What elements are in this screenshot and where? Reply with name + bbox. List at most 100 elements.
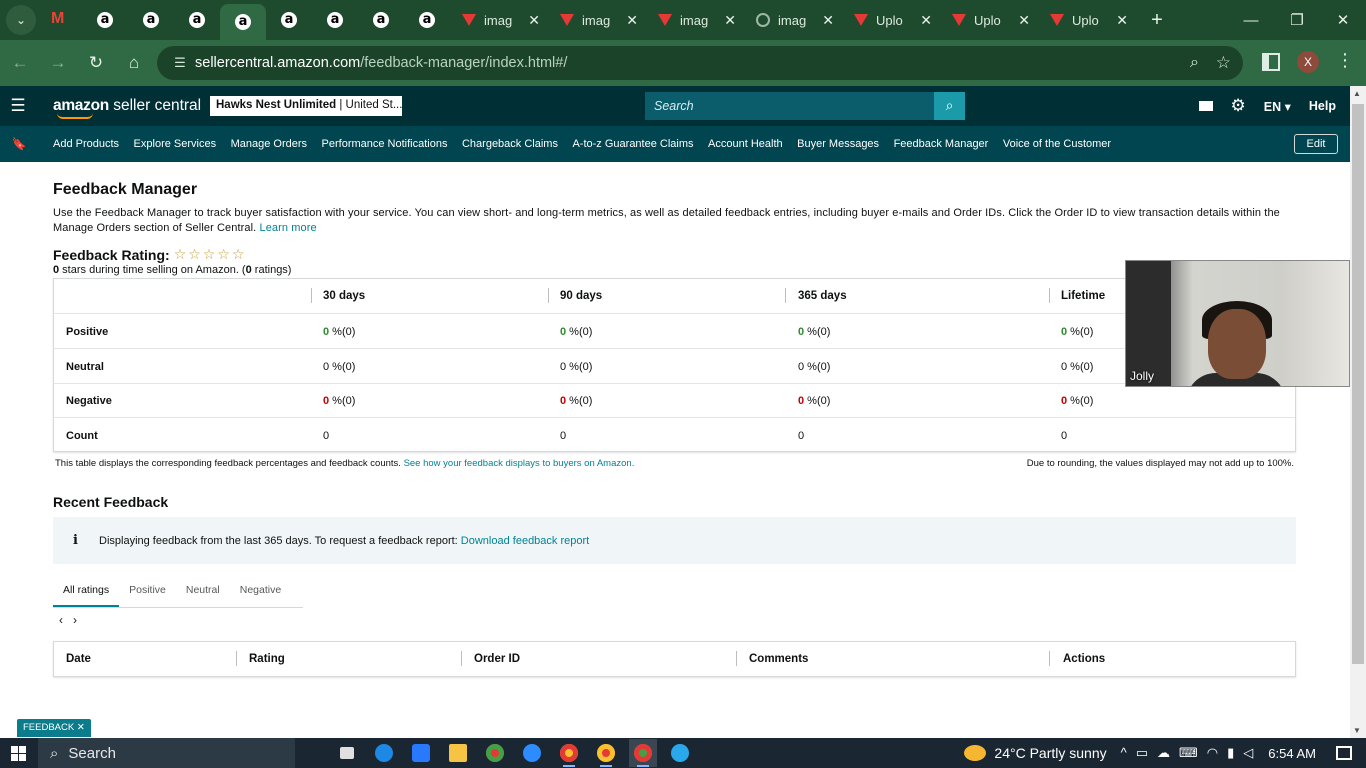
gear-icon[interactable]: ⚙ [1231,96,1246,116]
participant-face [1208,309,1266,379]
mail-icon[interactable] [1198,101,1213,111]
language-selector[interactable]: EN ▾ [1264,99,1291,114]
browser-tab[interactable]: imag ✕ [744,3,842,37]
browser-tab[interactable]: imag ✕ [450,3,548,37]
hamburger-menu-icon[interactable]: ☰ [0,96,36,116]
pinned-tab-amazon[interactable]: a [128,3,174,37]
browser-tab[interactable]: Uplo ✕ [940,3,1038,37]
download-report-link[interactable]: Download feedback report [461,535,589,547]
next-page-icon[interactable]: › [73,613,87,627]
close-tab-icon[interactable]: ✕ [1018,12,1030,29]
minimize-icon[interactable]: — [1228,0,1274,40]
tab-positive[interactable]: Positive [119,576,176,607]
taskbar-search[interactable]: ⌕ Search [38,738,295,768]
nav-link-account-health[interactable]: Account Health [708,138,783,150]
nav-link-voice-of-customer[interactable]: Voice of the Customer [1003,138,1111,150]
nav-link-add-products[interactable]: Add Products [53,138,119,150]
weather-text[interactable]: 24°C Partly sunny [994,745,1106,761]
nav-link-chargeback-claims[interactable]: Chargeback Claims [462,138,558,150]
search-input[interactable]: Search [645,92,934,120]
notifications-icon[interactable] [1336,746,1352,760]
close-tab-icon[interactable]: ✕ [724,12,736,29]
clock[interactable]: 6:54 AM [1268,746,1316,761]
browser-tab[interactable]: imag ✕ [548,3,646,37]
back-arrow-icon[interactable]: ← [2,45,38,81]
browser-tab[interactable]: Uplo ✕ [842,3,940,37]
vertical-scrollbar[interactable]: ▲ ▼ [1350,86,1366,738]
feedback-tab-button[interactable]: FEEDBACK ✕ [17,719,91,737]
pinned-tab-amazon-active[interactable]: a [220,4,266,40]
search-icon[interactable]: ⌕ [934,92,965,120]
home-icon[interactable]: ⌂ [116,45,152,81]
column-divider [736,651,737,666]
file-explorer-icon[interactable] [444,739,472,767]
nav-link-manage-orders[interactable]: Manage Orders [231,138,307,150]
site-info-icon[interactable]: ☰ [165,55,195,71]
seller-central-logo[interactable]: amazon seller central [53,97,201,119]
tab-neutral[interactable]: Neutral [176,576,230,607]
pinned-tab-gmail[interactable] [36,3,82,37]
close-tab-icon[interactable]: ✕ [1116,12,1128,29]
tab-negative[interactable]: Negative [230,576,291,607]
chrome-icon-active[interactable] [629,739,657,767]
edit-nav-button[interactable]: Edit [1294,134,1338,154]
cell-value: 0 %(0) [560,361,592,373]
chrome-icon[interactable] [481,739,509,767]
reload-icon[interactable]: ↻ [78,45,114,81]
nav-link-performance-notifications[interactable]: Performance Notifications [322,138,448,150]
profile-avatar[interactable]: X [1297,51,1319,73]
side-panel-icon[interactable] [1262,53,1280,71]
telegram-icon[interactable] [666,739,694,767]
nav-link-feedback-manager[interactable]: Feedback Manager [894,138,989,150]
store-icon[interactable] [407,739,435,767]
browser-tab[interactable]: Uplo ✕ [1038,3,1136,37]
pinned-tab-amazon[interactable]: a [312,3,358,37]
scroll-up-icon[interactable]: ▲ [1353,89,1361,98]
pinned-tab-amazon[interactable]: a [266,3,312,37]
cell-suffix: %(0) [804,395,831,407]
scrollbar-thumb[interactable] [1352,104,1364,664]
tab-all-ratings[interactable]: All ratings [53,576,120,607]
pinned-tab-amazon[interactable]: a [174,3,220,37]
zoom-icon[interactable] [518,739,546,767]
close-window-icon[interactable]: ✕ [1320,0,1366,40]
new-tab-plus-icon[interactable]: + [1142,9,1172,32]
buyer-display-link[interactable]: See how your feedback displays to buyers… [404,458,635,469]
bookmark-icon[interactable]: 🔖 [0,137,38,151]
zoom-magnifier-icon[interactable]: ⌕ [1190,54,1199,72]
browser-tab[interactable]: imag ✕ [646,3,744,37]
pinned-tab-amazon[interactable]: a [404,3,450,37]
cell-suffix: %(0) [329,395,356,407]
account-switcher[interactable]: Hawks Nest Unlimited | United St... [210,96,402,116]
forward-arrow-icon[interactable]: → [40,45,76,81]
logo-amazon-text: amazon [53,97,109,114]
close-tab-icon[interactable]: ✕ [528,12,540,29]
prev-page-icon[interactable]: ‹ [59,613,73,627]
chrome-icon[interactable] [555,739,583,767]
edge-icon[interactable] [370,739,398,767]
weather-icon[interactable] [964,745,987,761]
task-view-icon[interactable] [333,739,361,767]
scroll-down-icon[interactable]: ▼ [1353,726,1361,735]
info-text: Displaying feedback from the last 365 da… [99,534,458,547]
search-icon: ⌕ [50,744,59,762]
chrome-icon[interactable] [592,739,620,767]
nav-link-buyer-messages[interactable]: Buyer Messages [797,138,879,150]
nav-link-explore-services[interactable]: Explore Services [134,138,217,150]
omnibox[interactable]: ☰ sellercentral.amazon.com/feedback-mana… [157,46,1243,80]
close-tab-icon[interactable]: ✕ [920,12,932,29]
bookmark-star-icon[interactable]: ☆ [1216,53,1231,73]
restore-icon[interactable]: ❐ [1274,0,1320,40]
tab-search-chevron-icon[interactable]: ⌄ [6,5,36,35]
help-link[interactable]: Help [1309,99,1336,113]
close-tab-icon[interactable]: ✕ [822,12,834,29]
nav-link-a-to-z-claims[interactable]: A-to-z Guarantee Claims [572,138,693,150]
video-call-overlay[interactable]: Jolly [1125,260,1350,387]
windows-start-icon[interactable] [0,745,36,761]
pinned-tab-amazon[interactable]: a [82,3,128,37]
browser-menu-icon[interactable]: ⋮ [1336,50,1354,71]
close-tab-icon[interactable]: ✕ [626,12,638,29]
learn-more-link[interactable]: Learn more [259,222,316,234]
pinned-tab-amazon[interactable]: a [358,3,404,37]
tray-icons[interactable]: ^▭☁⌨◠▮◁ [1121,745,1263,761]
